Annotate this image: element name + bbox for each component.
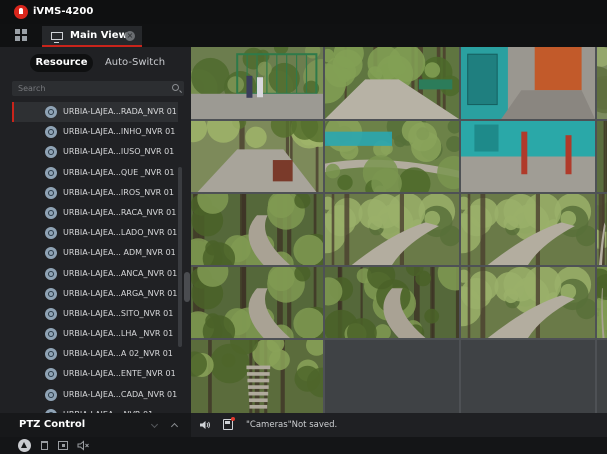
camera-video-window[interactable] bbox=[325, 194, 459, 265]
camera-video-window[interactable] bbox=[461, 121, 595, 192]
device-list-item[interactable]: URBIA-LAJEA...SITO_NVR 01 bbox=[12, 304, 178, 324]
device-label: URBIA-LAJEA...RACA_NVR 01 bbox=[63, 207, 177, 217]
camera-video-window[interactable] bbox=[191, 47, 323, 119]
device-label: URBIA-LAJEA...LADO_NVR 01 bbox=[63, 228, 178, 238]
empty-video-window[interactable] bbox=[597, 340, 607, 413]
device-list-item[interactable]: URBIA-LAJEA...INHO_NVR 01 bbox=[12, 122, 178, 142]
app-title: iVMS-4200 bbox=[33, 6, 94, 17]
camera-video-window[interactable] bbox=[191, 194, 323, 265]
device-list-item[interactable]: URBIA-LAJEA...A 02_NVR 01 bbox=[12, 344, 178, 364]
resource-panel: Resource Auto-Switch URBIA-LAJEA...RADA_… bbox=[0, 47, 191, 413]
device-label: URBIA-LAJEA...IROS_NVR 01 bbox=[63, 187, 174, 197]
device-list-item[interactable]: URBIA-LAJEA...QUE _NVR 01 bbox=[12, 163, 178, 183]
camera-video-window[interactable] bbox=[597, 267, 607, 338]
camera-device-icon bbox=[45, 166, 57, 179]
camera-video-window[interactable] bbox=[597, 47, 607, 119]
camera-device-icon bbox=[45, 186, 57, 199]
device-label: URBIA-LAJEA...ARGA_NVR 01 bbox=[63, 288, 178, 298]
camera-video-window[interactable] bbox=[597, 194, 607, 265]
camera-video-window[interactable] bbox=[325, 47, 459, 119]
camera-device-icon bbox=[45, 227, 57, 240]
close-icon[interactable]: × bbox=[125, 31, 135, 41]
device-list-item[interactable]: URBIA-LAJEA...LHA _NVR 01 bbox=[12, 324, 178, 344]
camera-video-window[interactable] bbox=[325, 267, 459, 338]
camera-device-icon bbox=[45, 206, 57, 219]
mute-icon[interactable] bbox=[77, 440, 91, 451]
camera-video-window[interactable] bbox=[191, 267, 323, 338]
chevron-down-icon[interactable] bbox=[150, 420, 159, 429]
device-list-item[interactable]: URBIA-LAJEA...RACA_NVR 01 bbox=[12, 203, 178, 223]
camera-video-window[interactable] bbox=[461, 194, 595, 265]
device-list-item[interactable]: URBIA-LAJEA...ARGA_NVR 01 bbox=[12, 284, 178, 304]
camera-video-window[interactable] bbox=[325, 121, 459, 192]
camera-device-icon bbox=[45, 368, 57, 381]
camera-video-window[interactable] bbox=[597, 121, 607, 192]
device-label: URBIA-LAJEA...QUE _NVR 01 bbox=[63, 167, 175, 177]
search-box bbox=[12, 81, 184, 96]
device-label: URBIA-LAJEA...CADA_NVR 01 bbox=[63, 389, 178, 399]
device-label: URBIA-LAJEA...LHA _NVR 01 bbox=[63, 329, 174, 339]
status-message: "Cameras"Not saved. bbox=[246, 420, 338, 430]
device-label: URBIA-LAJEA...SITO_NVR 01 bbox=[63, 308, 174, 318]
grid-menu-icon[interactable] bbox=[15, 29, 28, 42]
camera-device-icon bbox=[45, 287, 57, 300]
device-label: URBIA-LAJEA...INHO_NVR 01 bbox=[63, 127, 176, 137]
device-list-item[interactable]: URBIA-LAJEA...LADO_NVR 01 bbox=[12, 223, 178, 243]
device-list-item[interactable]: URBIA-LAJEA...IROS_NVR 01 bbox=[12, 183, 178, 203]
camera-video-window[interactable] bbox=[191, 121, 323, 192]
empty-video-window[interactable] bbox=[325, 340, 459, 413]
camera-device-icon bbox=[45, 388, 57, 401]
camera-device-icon bbox=[45, 146, 57, 159]
unsaved-badge bbox=[231, 417, 235, 421]
status-bar: "Cameras"Not saved. bbox=[191, 413, 607, 437]
camera-device-icon bbox=[45, 307, 57, 320]
camera-device-icon bbox=[45, 348, 57, 361]
device-label: URBIA-LAJEA...A 02_NVR 01 bbox=[63, 349, 173, 359]
camera-video-window[interactable] bbox=[461, 47, 595, 119]
camera-video-window[interactable] bbox=[461, 267, 595, 338]
monitor-icon bbox=[51, 32, 63, 43]
layout-icon[interactable] bbox=[58, 441, 68, 450]
tab-main-view[interactable]: Main View × bbox=[42, 26, 142, 47]
tab-auto-switch[interactable]: Auto-Switch bbox=[100, 54, 170, 72]
tab-resource[interactable]: Resource bbox=[30, 54, 93, 72]
search-icon[interactable] bbox=[172, 84, 179, 91]
device-list-item[interactable]: URBIA-LAJEA... ADM_NVR 01 bbox=[12, 243, 178, 263]
device-list: URBIA-LAJEA...RADA_NVR 01 URBIA-LAJEA...I… bbox=[12, 102, 178, 413]
device-list-scrollbar[interactable] bbox=[178, 167, 182, 347]
camera-device-icon bbox=[45, 267, 57, 280]
device-label: URBIA-LAJEA...IUSO_NVR 01 bbox=[63, 147, 175, 157]
device-label: URBIA-LAJEA...ENTE_NVR 01 bbox=[63, 369, 176, 379]
device-label: URBIA-LAJEA...ANCA_NVR 01 bbox=[63, 268, 178, 278]
delete-icon[interactable] bbox=[41, 441, 48, 450]
alarm-icon[interactable] bbox=[18, 439, 31, 452]
title-bar: iVMS-4200 bbox=[0, 0, 607, 24]
panel-collapse-handle[interactable] bbox=[184, 272, 190, 302]
device-list-item[interactable]: URBIA-LAJEA...ANCA_NVR 01 bbox=[12, 264, 178, 284]
search-input[interactable] bbox=[18, 82, 168, 95]
camera-device-icon bbox=[45, 106, 57, 118]
device-label: URBIA-LAJEA... ADM_NVR 01 bbox=[63, 248, 176, 258]
camera-device-icon bbox=[45, 126, 57, 139]
bottom-toolbar bbox=[0, 437, 607, 454]
device-list-item[interactable]: URBIA-LAJEA...IUSO_NVR 01 bbox=[12, 142, 178, 162]
device-label: URBIA-LAJEA...RADA_NVR 01 bbox=[63, 107, 177, 116]
tab-bar: Main View × bbox=[0, 24, 607, 47]
chevron-up-icon[interactable] bbox=[170, 422, 179, 431]
ptz-control-label[interactable]: PTZ Control bbox=[19, 419, 85, 430]
device-list-item[interactable]: URBIA-LAJEA...RADA_NVR 01 bbox=[12, 102, 178, 123]
ptz-control-bar: PTZ Control bbox=[0, 413, 191, 437]
hikvision-logo-icon bbox=[14, 5, 28, 19]
video-grid bbox=[191, 47, 607, 413]
camera-device-icon bbox=[45, 328, 57, 341]
device-list-item[interactable]: URBIA-LAJEA... NVR 01 bbox=[12, 405, 178, 413]
device-list-item[interactable]: URBIA-LAJEA...ENTE_NVR 01 bbox=[12, 364, 178, 384]
empty-video-window[interactable] bbox=[461, 340, 595, 413]
camera-device-icon bbox=[45, 247, 57, 260]
camera-video-window[interactable] bbox=[191, 340, 323, 413]
device-list-item[interactable]: URBIA-LAJEA...CADA_NVR 01 bbox=[12, 385, 178, 405]
tab-label: Main View bbox=[70, 30, 128, 41]
speaker-icon[interactable] bbox=[199, 420, 211, 430]
